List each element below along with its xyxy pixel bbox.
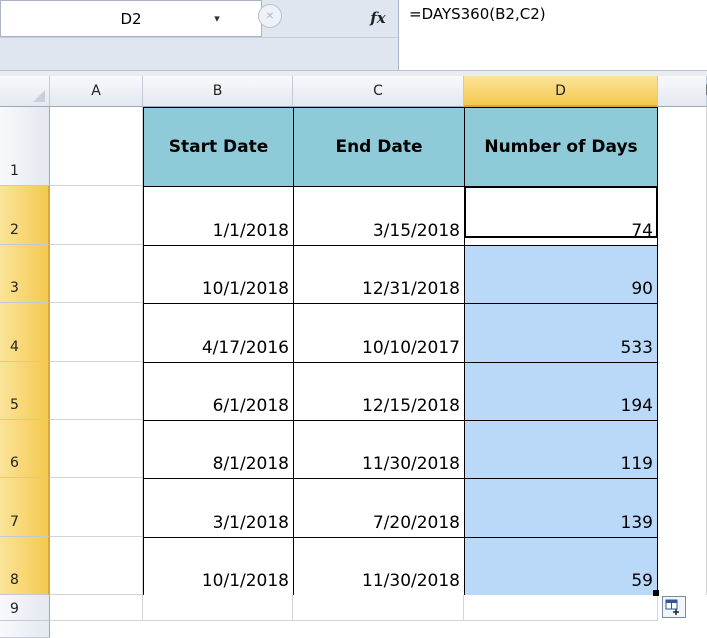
fx-label: fx bbox=[370, 9, 386, 27]
fill-handle[interactable] bbox=[653, 590, 659, 596]
insert-function-icon[interactable]: fx bbox=[366, 6, 390, 30]
column-header-d[interactable]: D bbox=[464, 76, 658, 107]
row-header-2[interactable]: 2 bbox=[0, 186, 50, 245]
column-header-e[interactable]: E bbox=[658, 76, 707, 107]
name-box-value: D2 bbox=[120, 9, 142, 28]
auto-fill-options-button[interactable] bbox=[662, 596, 686, 618]
formula-input[interactable]: =DAYS360(B2,C2) bbox=[398, 0, 707, 70]
cell-c7[interactable]: 7/20/2018 bbox=[293, 478, 465, 538]
formula-bar-divider bbox=[0, 37, 398, 38]
auto-fill-options-icon bbox=[665, 599, 679, 615]
cell-a4[interactable] bbox=[50, 303, 143, 362]
cell-a7[interactable] bbox=[50, 478, 143, 537]
cell-c1-end-date-header[interactable]: End Date bbox=[293, 107, 465, 187]
cell-d8[interactable]: 59 bbox=[464, 537, 658, 596]
cell-c5[interactable]: 12/15/2018 bbox=[293, 362, 465, 421]
cell-b2[interactable]: 1/1/2018 bbox=[143, 186, 294, 246]
cell-d2[interactable]: 74 bbox=[464, 186, 658, 246]
cell-c8[interactable]: 11/30/2018 bbox=[293, 537, 465, 596]
cell-a1[interactable] bbox=[50, 107, 143, 186]
column-header-c[interactable]: C bbox=[293, 76, 464, 107]
formula-bar: D2 ▾ ✕ fx =DAYS360(B2,C2) bbox=[0, 0, 707, 70]
cell-d1-number-of-days-header[interactable]: Number of Days bbox=[464, 107, 658, 187]
cell-d9[interactable] bbox=[464, 595, 658, 621]
cell-b8[interactable]: 10/1/2018 bbox=[143, 537, 294, 596]
cell-c6[interactable]: 11/30/2018 bbox=[293, 420, 465, 479]
cell-c2[interactable]: 3/15/2018 bbox=[293, 186, 465, 246]
column-header-b[interactable]: B bbox=[143, 76, 293, 107]
row-header-4[interactable]: 4 bbox=[0, 303, 50, 362]
select-all-button[interactable] bbox=[0, 76, 50, 107]
cancel-icon[interactable]: ✕ bbox=[258, 4, 282, 28]
column-header-a[interactable]: A bbox=[50, 76, 143, 107]
cell-b6[interactable]: 8/1/2018 bbox=[143, 420, 294, 479]
row-header-1[interactable]: 1 bbox=[0, 107, 50, 186]
cell-a9[interactable] bbox=[50, 595, 143, 621]
cell-a3[interactable] bbox=[50, 245, 143, 303]
spreadsheet-grid: A B C D E 1 2 3 4 5 6 7 8 9 Start Date E… bbox=[0, 76, 707, 638]
cell-d4[interactable]: 533 bbox=[464, 303, 658, 363]
cell-d7[interactable]: 139 bbox=[464, 478, 658, 538]
formula-text: =DAYS360(B2,C2) bbox=[409, 5, 546, 23]
column-e-cells[interactable] bbox=[658, 107, 707, 595]
row-header-7[interactable]: 7 bbox=[0, 478, 50, 537]
cell-b7[interactable]: 3/1/2018 bbox=[143, 478, 294, 538]
cell-c3[interactable]: 12/31/2018 bbox=[293, 245, 465, 304]
cell-b9[interactable] bbox=[143, 595, 293, 621]
row-header-9[interactable]: 9 bbox=[0, 595, 50, 621]
cell-a5[interactable] bbox=[50, 362, 143, 420]
cell-b1-start-date-header[interactable]: Start Date bbox=[143, 107, 294, 187]
row-header-10[interactable] bbox=[0, 621, 50, 638]
row-header-6[interactable]: 6 bbox=[0, 420, 50, 478]
chevron-down-icon[interactable]: ▾ bbox=[210, 12, 224, 26]
cell-a6[interactable] bbox=[50, 420, 143, 478]
row-header-5[interactable]: 5 bbox=[0, 362, 50, 420]
cell-d3[interactable]: 90 bbox=[464, 245, 658, 304]
cell-d5[interactable]: 194 bbox=[464, 362, 658, 421]
row-header-3[interactable]: 3 bbox=[0, 245, 50, 303]
cell-c9[interactable] bbox=[293, 595, 464, 621]
cell-b5[interactable]: 6/1/2018 bbox=[143, 362, 294, 421]
cell-b4[interactable]: 4/17/2016 bbox=[143, 303, 294, 363]
cell-b3[interactable]: 10/1/2018 bbox=[143, 245, 294, 304]
select-all-icon bbox=[33, 90, 45, 102]
cell-c4[interactable]: 10/10/2017 bbox=[293, 303, 465, 363]
row-header-8[interactable]: 8 bbox=[0, 537, 50, 595]
cell-a8[interactable] bbox=[50, 537, 143, 595]
cell-d6[interactable]: 119 bbox=[464, 420, 658, 479]
cell-a2[interactable] bbox=[50, 186, 143, 245]
